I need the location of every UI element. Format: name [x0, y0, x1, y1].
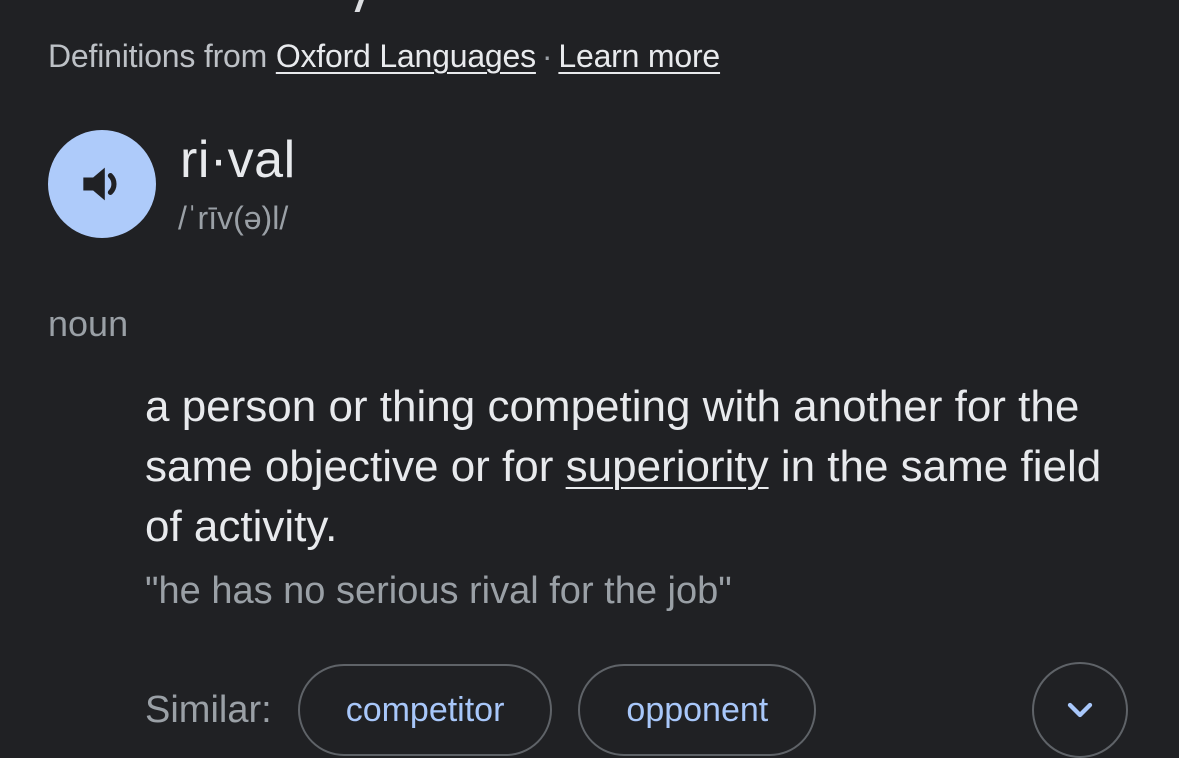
similar-label: Similar: — [145, 688, 272, 731]
source-prefix: Definitions from — [48, 38, 268, 74]
part-of-speech: noun — [48, 303, 129, 344]
usage-example: "he has no serious rival for the job" — [145, 570, 732, 612]
chevron-down-icon — [1067, 702, 1093, 718]
pronunciation-text: /ˈrīv(ə)l/ — [178, 200, 289, 236]
similar-chip-competitor[interactable]: competitor — [297, 664, 553, 756]
definition-text: a person or thing competing with another… — [145, 377, 1145, 557]
superiority-link[interactable]: superiority — [566, 442, 769, 491]
expand-similar-button[interactable] — [1032, 662, 1128, 758]
headword: ri·val — [180, 131, 296, 189]
pronunciation-audio-button[interactable] — [48, 130, 156, 238]
cropped-title-glyph — [354, 0, 385, 12]
similar-chip-opponent[interactable]: opponent — [578, 664, 817, 756]
learn-more-link[interactable]: Learn more — [558, 38, 720, 74]
definition-source: Definitions from Oxford Languages · Learn … — [48, 38, 720, 75]
separator-dot: · — [541, 38, 553, 74]
similar-words-row: Similar: competitor opponent — [145, 662, 817, 758]
oxford-languages-link[interactable]: Oxford Languages — [276, 38, 536, 74]
speaker-icon — [83, 167, 117, 201]
